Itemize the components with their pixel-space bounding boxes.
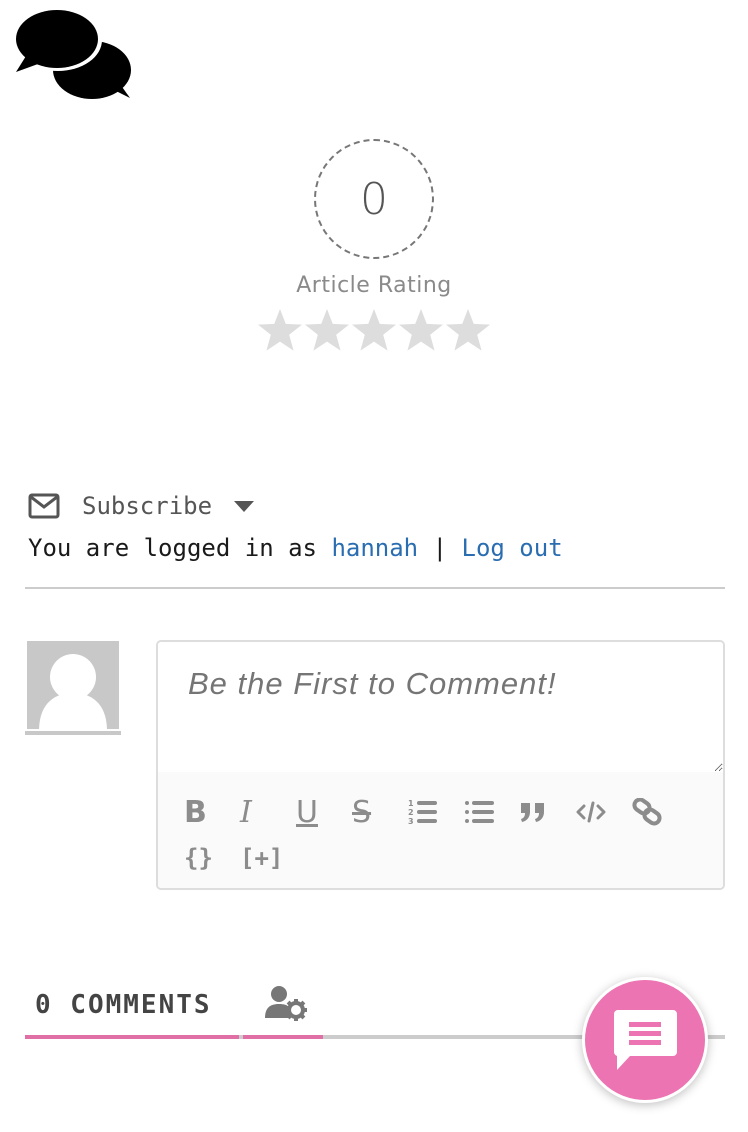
divider xyxy=(25,587,725,589)
rating-label: Article Rating xyxy=(296,273,452,298)
caret-down-icon xyxy=(234,500,255,512)
subscribe-label: Subscribe xyxy=(82,492,213,520)
quote-icon xyxy=(521,803,544,822)
bullet-list-button[interactable] xyxy=(456,792,512,832)
underline-icon: U xyxy=(296,794,318,830)
bold-button[interactable]: B xyxy=(176,792,232,832)
comments-count-label: 0 COMMENTS xyxy=(35,990,212,1020)
strikethrough-button[interactable]: S xyxy=(344,792,400,832)
svg-text:2: 2 xyxy=(408,808,414,817)
tab-active-indicator xyxy=(25,1035,239,1039)
italic-icon: I xyxy=(240,794,252,830)
ordered-list-icon: 1 2 3 xyxy=(408,799,437,826)
spoiler-button[interactable]: [+] xyxy=(232,838,288,878)
comments-icon xyxy=(14,9,131,99)
star-icon[interactable] xyxy=(351,308,397,352)
italic-button[interactable]: I xyxy=(232,792,288,832)
user-silhouette-icon xyxy=(39,654,107,729)
user-gear-icon xyxy=(265,986,307,1021)
comment-fab-button[interactable] xyxy=(582,977,708,1103)
star-icon[interactable] xyxy=(398,308,444,352)
subscribe-dropdown[interactable]: Subscribe xyxy=(28,492,255,520)
rating-stars[interactable] xyxy=(0,308,748,352)
avatar xyxy=(27,641,119,729)
tab-user-settings[interactable] xyxy=(243,985,323,1039)
comment-input[interactable] xyxy=(158,642,723,772)
underline-button[interactable]: U xyxy=(288,792,344,832)
source-code-button[interactable]: {} xyxy=(176,838,232,878)
svg-text:1: 1 xyxy=(408,799,414,808)
code-button[interactable] xyxy=(568,792,624,832)
bold-icon: B xyxy=(184,794,207,830)
login-status: You are logged in as hannah | Log out xyxy=(28,534,563,562)
ordered-list-button[interactable]: 1 2 3 xyxy=(400,792,456,832)
spoiler-icon: [+] xyxy=(240,844,284,872)
link-button[interactable] xyxy=(624,792,680,832)
star-icon[interactable] xyxy=(257,308,303,352)
braces-icon: {} xyxy=(184,844,213,872)
logout-link[interactable]: Log out xyxy=(462,534,563,562)
code-icon xyxy=(576,801,606,823)
star-icon[interactable] xyxy=(445,308,491,352)
article-rating: 0 Article Rating xyxy=(0,139,748,352)
editor-toolbar: B I U S 1 2 3 {} [+] xyxy=(158,772,723,888)
bullet-list-icon xyxy=(465,801,494,823)
link-icon xyxy=(632,798,662,826)
tab-indicator xyxy=(243,1035,323,1039)
rating-value: 0 xyxy=(314,139,434,259)
username-link[interactable]: hannah xyxy=(331,534,418,562)
avatar-underline xyxy=(25,731,121,735)
comment-editor: B I U S 1 2 3 xyxy=(156,640,725,890)
strikethrough-icon: S xyxy=(352,794,372,830)
login-separator: | xyxy=(418,534,462,562)
blockquote-button[interactable] xyxy=(512,792,568,832)
tab-comments[interactable]: 0 COMMENTS xyxy=(25,985,239,1039)
comment-lines-icon xyxy=(614,1010,677,1070)
star-icon[interactable] xyxy=(304,308,350,352)
envelope-icon xyxy=(28,493,60,519)
svg-text:3: 3 xyxy=(408,817,414,826)
login-prefix: You are logged in as xyxy=(28,534,332,562)
